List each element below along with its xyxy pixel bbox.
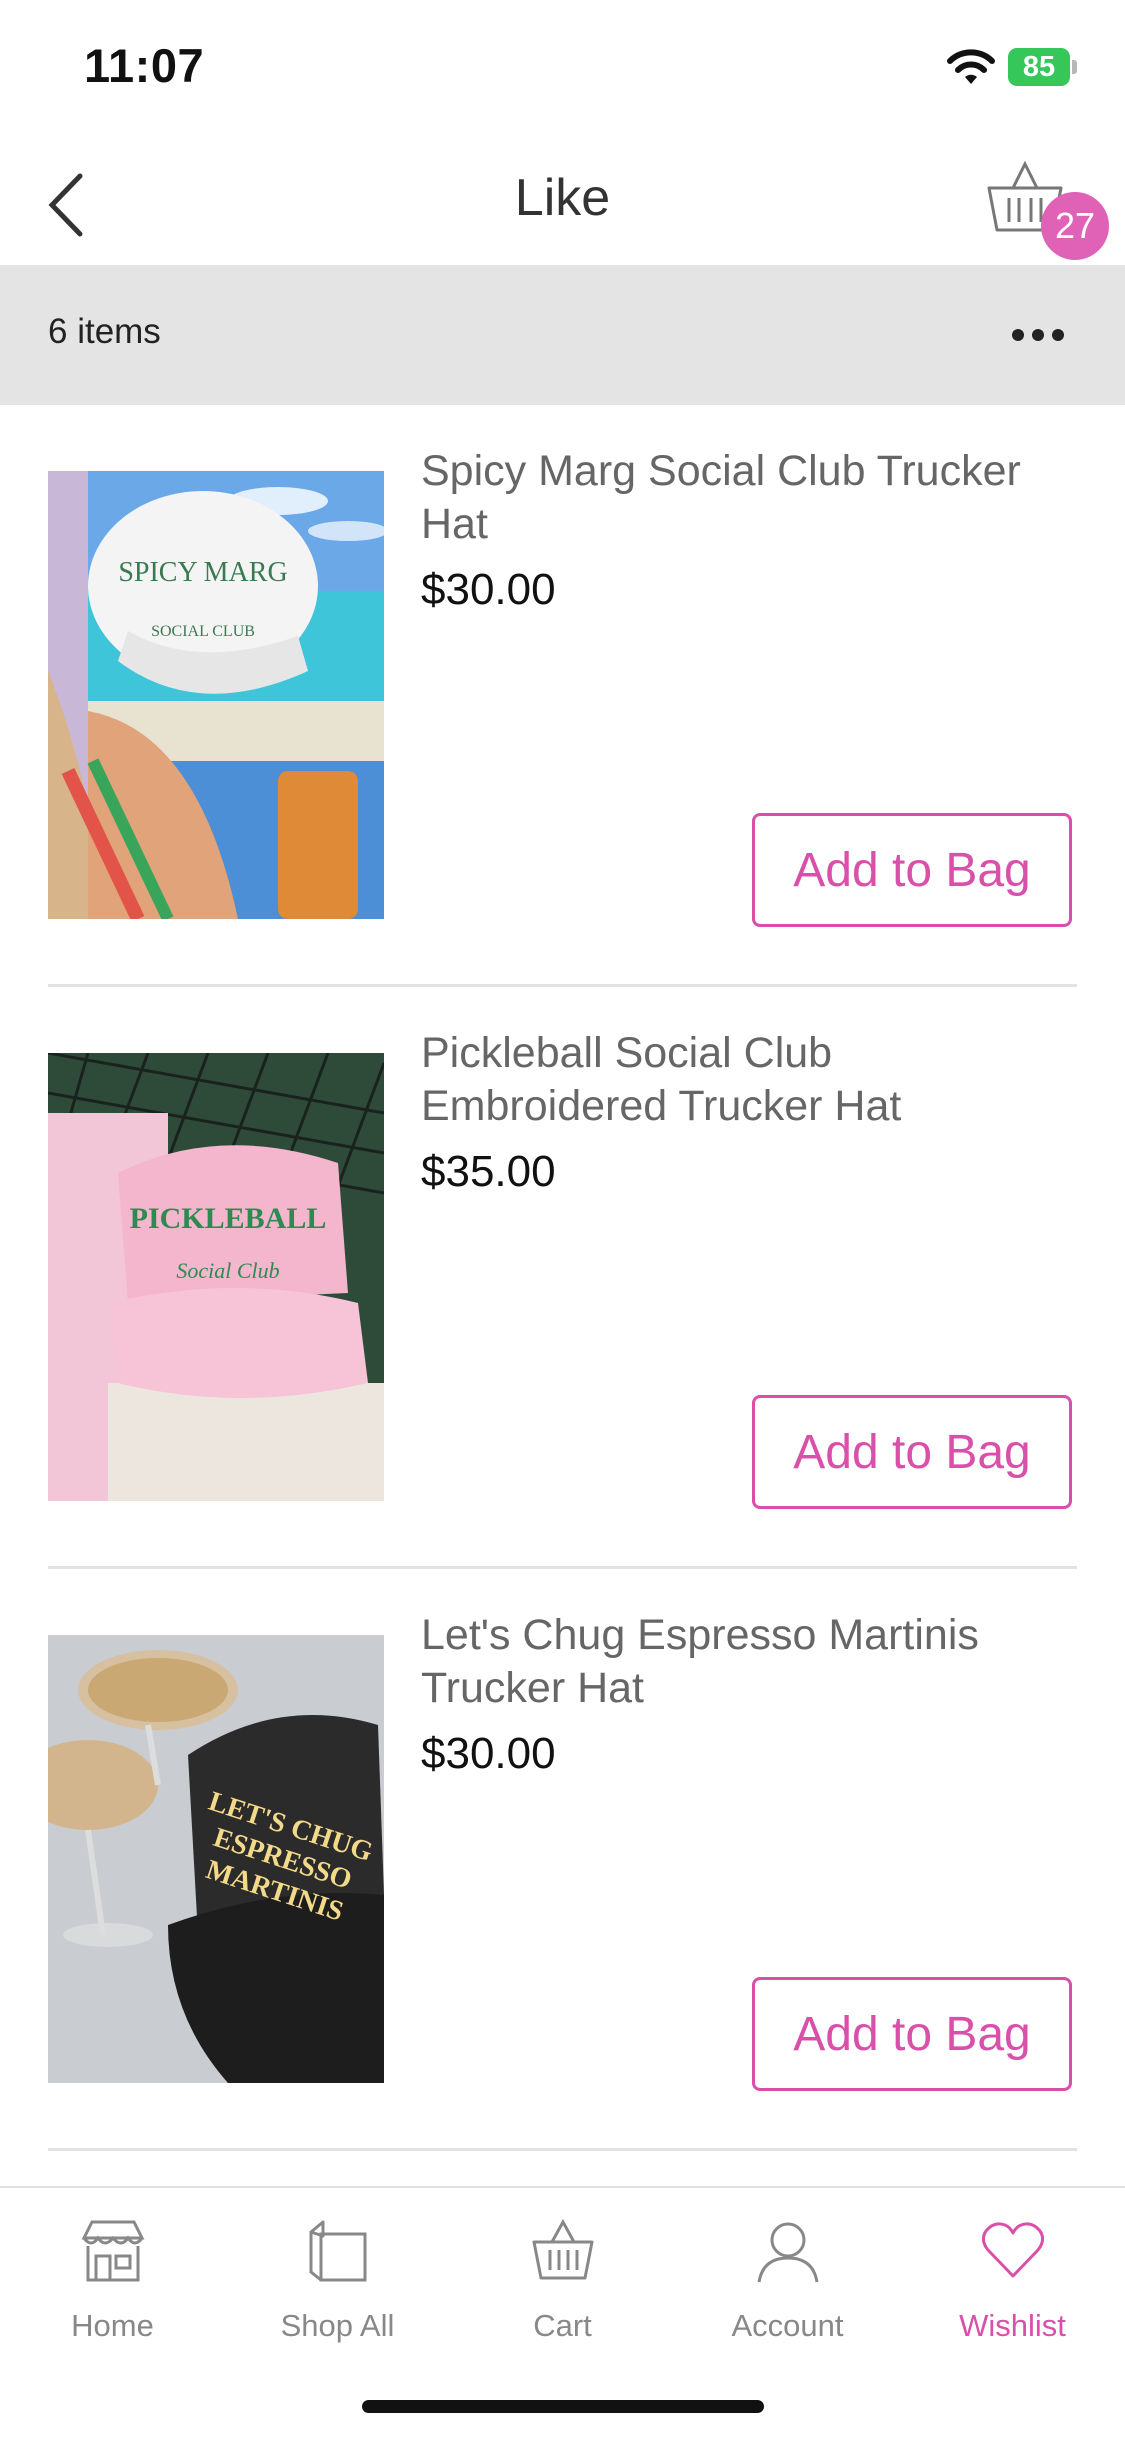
product-price: $30.00 [421, 565, 556, 614]
tab-label: Wishlist [959, 2308, 1066, 2343]
heart-icon [981, 2222, 1045, 2278]
battery-icon: 85 [1008, 48, 1078, 86]
items-summary-bar: 6 items [0, 265, 1125, 405]
product-price: $30.00 [421, 1729, 556, 1778]
hat-print-text: PICKLEBALL [130, 1202, 327, 1235]
product-name[interactable]: Pickleball Social Club Embroidered Truck… [421, 1027, 1071, 1133]
product-image[interactable]: SPICY MARG SOCIAL CLUB [48, 471, 384, 919]
tab-cart[interactable]: Cart [450, 2188, 675, 2348]
store-icon [81, 2220, 145, 2282]
status-time: 11:07 [84, 39, 205, 92]
tab-label: Cart [533, 2308, 592, 2343]
hat-print-subtext: SOCIAL CLUB [151, 623, 255, 640]
nav-header: Like 27 [0, 130, 1125, 265]
hat-print-text: SPICY MARG [118, 557, 287, 588]
tab-label: Home [71, 2308, 154, 2343]
person-icon [757, 2222, 819, 2283]
cart-count-badge: 27 [1041, 192, 1109, 260]
product-name[interactable]: Let's Chug Espresso Martinis Trucker Hat [421, 1609, 1071, 1715]
status-bar: 11:07 85 [0, 0, 1125, 130]
wishlist-item: LET'S CHUG ESPRESSO MARTINIS Let's Chug … [0, 1569, 1125, 2151]
battery-level: 85 [1022, 51, 1056, 83]
home-indicator [362, 2400, 764, 2413]
add-to-bag-button[interactable]: Add to Bag [752, 1395, 1072, 1509]
tab-home[interactable]: Home [0, 2188, 225, 2348]
divider [48, 2148, 1077, 2151]
hat-print-subtext: Social Club [176, 1258, 279, 1283]
more-options-icon[interactable] [1010, 325, 1066, 345]
tab-shop-all[interactable]: Shop All [225, 2188, 450, 2348]
basket-icon [532, 2218, 594, 2280]
page-title: Like [514, 169, 611, 227]
product-image[interactable]: LET'S CHUG ESPRESSO MARTINIS [48, 1635, 384, 2083]
tab-account[interactable]: Account [675, 2188, 900, 2348]
product-name[interactable]: Spicy Marg Social Club Trucker Hat [421, 445, 1071, 551]
tab-label: Account [731, 2308, 844, 2343]
tab-wishlist[interactable]: Wishlist [900, 2188, 1125, 2348]
items-count: 6 items [48, 312, 161, 351]
wifi-icon [947, 49, 995, 84]
tab-label: Shop All [280, 2308, 395, 2343]
wishlist-item: SPICY MARG SOCIAL CLUB Spicy Marg Social… [0, 405, 1125, 987]
product-price: $35.00 [421, 1147, 556, 1196]
bag-icon [309, 2220, 367, 2282]
wishlist-item: PICKLEBALL Social Club Pickleball Social… [0, 987, 1125, 1569]
product-image[interactable]: PICKLEBALL Social Club [48, 1053, 384, 1501]
add-to-bag-button[interactable]: Add to Bag [752, 1977, 1072, 2091]
add-to-bag-button[interactable]: Add to Bag [752, 813, 1072, 927]
